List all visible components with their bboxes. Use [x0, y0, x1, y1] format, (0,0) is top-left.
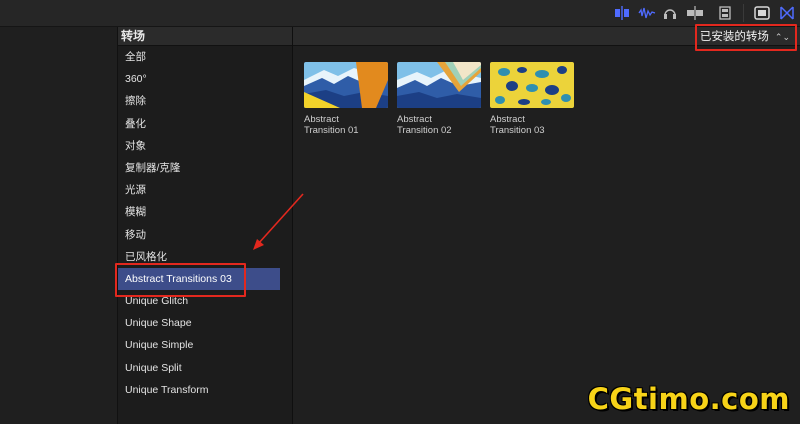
annotation-arrow — [253, 193, 304, 250]
watermark-logo: CGtimo.com — [587, 382, 790, 416]
